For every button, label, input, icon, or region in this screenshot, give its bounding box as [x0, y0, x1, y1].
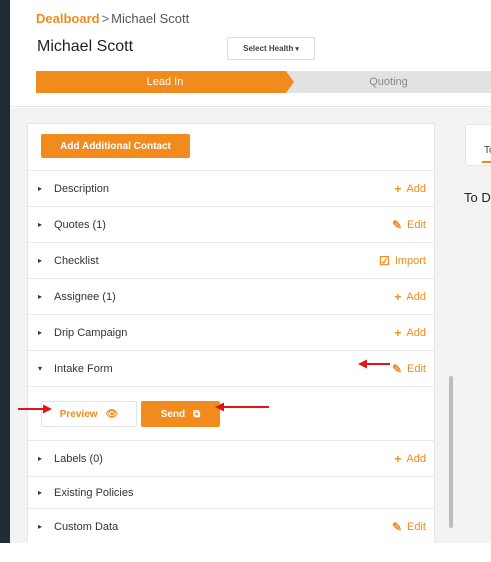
select-health-dropdown[interactable]: Select Health ▾: [227, 37, 315, 60]
breadcrumb-current: Michael Scott: [111, 11, 190, 26]
edit-intake-form-button[interactable]: ✎ Edit: [392, 362, 426, 376]
page-title: Michael Scott: [37, 38, 134, 55]
pencil-icon: ✎: [391, 217, 403, 232]
import-checklist-button[interactable]: ☑ Import: [379, 254, 426, 268]
section-title: Quotes (1): [54, 218, 106, 231]
preview-label: Preview: [59, 408, 98, 420]
section-custom-data[interactable]: ▸ Custom Data ✎ Edit: [28, 508, 434, 544]
caret-right-icon: ▸: [38, 522, 43, 531]
breadcrumb: Dealboard > Michael Scott: [36, 11, 189, 26]
deal-details-panel: Add Additional Contact ▸ Description + Ad…: [27, 123, 435, 548]
panel-scrollbar[interactable]: [449, 376, 453, 528]
section-description[interactable]: ▸ Description + Add: [28, 170, 434, 206]
external-link-icon: ⧉: [193, 408, 201, 420]
section-assignee[interactable]: ▸ Assignee (1) + Add: [28, 278, 434, 314]
section-labels[interactable]: ▸ Labels (0) + Add: [28, 440, 434, 476]
send-button[interactable]: Send ⧉: [141, 401, 220, 427]
pencil-icon: ✎: [391, 361, 403, 376]
caret-right-icon: ▸: [38, 292, 43, 301]
stage-lead-in[interactable]: Lead In: [36, 71, 294, 93]
section-title: Existing Policies: [54, 486, 134, 499]
plus-icon: +: [394, 181, 402, 196]
pipeline-stages: Quoting Lead In: [36, 71, 491, 93]
add-labels-button[interactable]: + Add: [394, 452, 426, 466]
action-label: Import: [394, 254, 426, 267]
plus-icon: +: [394, 289, 402, 304]
annotation-arrow-send: [215, 402, 269, 412]
plus-icon: +: [394, 451, 402, 466]
edit-quotes-button[interactable]: ✎ Edit: [392, 218, 426, 232]
section-drip-campaign[interactable]: ▸ Drip Campaign + Add: [28, 314, 434, 350]
add-description-button[interactable]: + Add: [394, 182, 426, 196]
caret-right-icon: ▸: [38, 488, 43, 497]
section-title: Checklist: [54, 254, 99, 267]
section-checklist[interactable]: ▸ Checklist ☑ Import: [28, 242, 434, 278]
action-label: Edit: [407, 362, 426, 375]
plus-icon: +: [394, 325, 402, 340]
stage-label: Quoting: [369, 76, 408, 88]
action-label: Add: [406, 290, 426, 303]
action-label: Edit: [407, 520, 426, 533]
caret-down-icon: ▾: [38, 364, 43, 373]
deal-header: Dealboard > Michael Scott Michael Scott Se…: [10, 0, 491, 107]
caret-right-icon: ▸: [38, 328, 43, 337]
caret-right-icon: ▸: [38, 184, 43, 193]
add-additional-contact-button[interactable]: Add Additional Contact: [41, 134, 190, 158]
section-existing-policies[interactable]: ▸ Existing Policies: [28, 476, 434, 508]
bottom-strip: [0, 543, 491, 562]
edit-custom-data-button[interactable]: ✎ Edit: [392, 520, 426, 534]
section-title: Assignee (1): [54, 290, 116, 303]
caret-right-icon: ▸: [38, 220, 43, 229]
preview-button[interactable]: Preview 👁: [41, 401, 137, 427]
tab-todo[interactable]: To: [484, 145, 491, 156]
action-label: Add: [406, 182, 426, 195]
section-title: Labels (0): [54, 452, 103, 465]
caret-right-icon: ▸: [38, 256, 43, 265]
eye-icon: 👁: [105, 408, 119, 420]
action-label: Add: [406, 326, 426, 339]
action-label: Edit: [407, 218, 426, 231]
pencil-icon: ✎: [391, 519, 403, 534]
stage-label: Lead In: [146, 76, 184, 88]
app-sidebar-edge: [0, 0, 10, 543]
section-title: Drip Campaign: [54, 326, 128, 339]
todo-tabs-card: To: [465, 124, 491, 166]
section-title: Description: [54, 182, 110, 195]
add-assignee-button[interactable]: + Add: [394, 290, 426, 304]
section-title: Custom Data: [54, 520, 119, 533]
action-label: Add: [406, 452, 426, 465]
active-tab-indicator: [482, 161, 491, 163]
stage-quoting[interactable]: Quoting: [286, 71, 491, 93]
intake-form-body: Preview 👁 Send ⧉: [28, 386, 434, 440]
select-health-label: Select Health: [243, 44, 294, 53]
import-icon: ☑: [379, 253, 390, 268]
annotation-arrow-edit: [358, 359, 390, 369]
breadcrumb-separator: >: [101, 11, 110, 26]
caret-down-icon: ▾: [295, 45, 299, 53]
breadcrumb-dealboard-link[interactable]: Dealboard: [36, 11, 100, 26]
section-quotes[interactable]: ▸ Quotes (1) ✎ Edit: [28, 206, 434, 242]
caret-right-icon: ▸: [38, 454, 43, 463]
todo-heading: To D: [464, 190, 491, 205]
add-drip-campaign-button[interactable]: + Add: [394, 326, 426, 340]
annotation-arrow-preview: [18, 404, 52, 414]
send-label: Send: [160, 408, 186, 420]
